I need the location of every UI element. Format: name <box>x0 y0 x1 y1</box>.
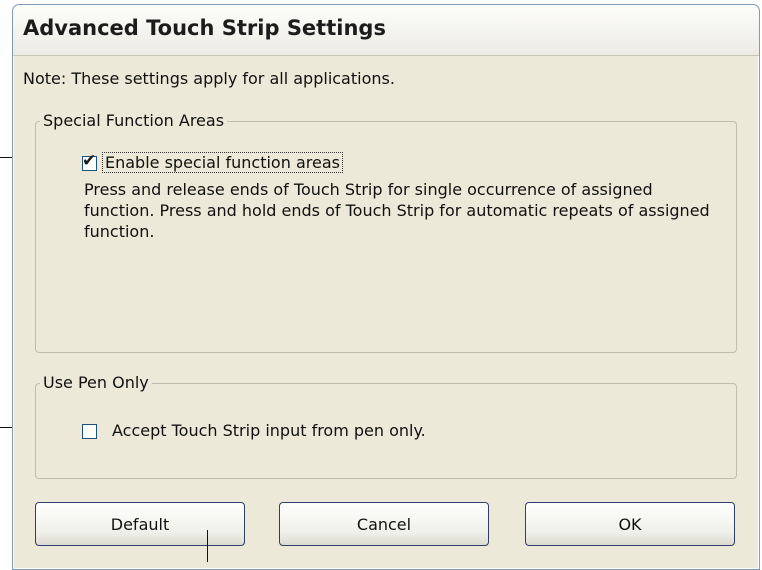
settings-note: Note: These settings apply for all appli… <box>23 69 395 88</box>
use-pen-only-group: Use Pen Only Accept Touch Strip input fr… <box>35 373 737 479</box>
pen-only-checkbox[interactable] <box>82 424 97 439</box>
special-function-areas-legend: Special Function Areas <box>40 111 228 130</box>
special-areas-description: Press and release ends of Touch Strip fo… <box>84 180 710 241</box>
cancel-button[interactable]: Cancel <box>279 502 489 546</box>
enable-special-areas-checkbox[interactable]: ✔ <box>82 151 97 171</box>
dialog-title: Advanced Touch Strip Settings <box>23 16 386 40</box>
special-function-areas-group: Special Function Areas ✔ Enable special … <box>35 111 737 353</box>
checkmark-icon: ✔ <box>82 151 97 171</box>
enable-special-areas-label[interactable]: Enable special function areas <box>102 152 343 173</box>
title-bar: Advanced Touch Strip Settings <box>13 5 759 56</box>
callout-line-default <box>207 530 208 562</box>
ok-button[interactable]: OK <box>525 502 735 546</box>
pen-only-label[interactable]: Accept Touch Strip input from pen only. <box>112 421 426 440</box>
default-button[interactable]: Default <box>35 502 245 546</box>
use-pen-only-legend: Use Pen Only <box>40 373 152 392</box>
advanced-touch-strip-dialog: Advanced Touch Strip Settings Note: Thes… <box>12 4 760 570</box>
